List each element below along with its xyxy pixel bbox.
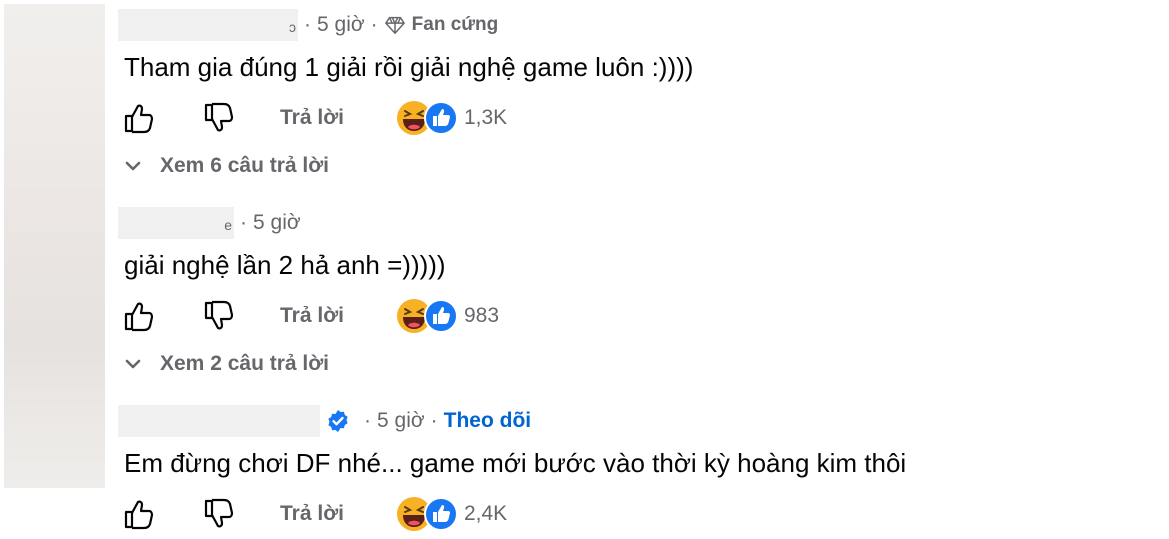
thumbs-up-outline-icon[interactable] — [122, 497, 156, 531]
comment-text: giải nghệ lần 2 hả anh =))))) — [124, 250, 446, 280]
comment-actions: Trả lời 2,4K — [122, 494, 507, 534]
blurred-avatar-column — [4, 4, 105, 488]
comment-text: Em đừng chơi DF nhé... game mới bước vào… — [124, 448, 907, 478]
like-reaction-icon — [423, 299, 458, 333]
chevron-down-icon — [125, 161, 141, 171]
separator-dot: · — [240, 211, 247, 234]
redacted-author-name[interactable]: ɔ — [118, 9, 298, 41]
thumbs-down-outline-icon[interactable] — [202, 101, 236, 135]
comment-meta: ɔ · 5 giờ · Fan cứng — [118, 8, 498, 42]
comment-time[interactable]: 5 giờ — [317, 13, 365, 37]
separator-dot: · — [370, 13, 378, 36]
redacted-author-name[interactable] — [118, 405, 320, 437]
comment-1: ɔ · 5 giờ · Fan cứng Tham gia đúng 1 giả… — [118, 8, 1158, 188]
separator-dot: · — [430, 409, 438, 432]
comment-meta: · 5 giờ · Theo dõi — [118, 404, 531, 438]
comment-time[interactable]: 5 giờ — [253, 211, 301, 235]
separator-dot: · — [364, 409, 371, 432]
thumbs-down-outline-icon[interactable] — [202, 497, 236, 531]
reaction-count[interactable]: 1,3K — [464, 106, 507, 130]
comment-actions: Trả lời 1,3K — [122, 98, 507, 138]
view-replies-button[interactable]: Xem 2 câu trả lời — [124, 352, 329, 376]
follow-button[interactable]: Theo dõi — [444, 409, 532, 433]
like-reaction-icon — [423, 101, 458, 135]
view-replies-label: Xem 6 câu trả lời — [160, 154, 330, 177]
reply-button[interactable]: Trả lời — [280, 106, 344, 130]
thumbs-down-outline-icon[interactable] — [202, 299, 236, 333]
comment-actions: Trả lời 983 — [122, 296, 499, 336]
diamond-icon — [384, 16, 405, 34]
reaction-count[interactable]: 983 — [464, 304, 499, 328]
reaction-icons[interactable] — [396, 298, 460, 334]
reaction-count[interactable]: 2,4K — [464, 502, 507, 526]
reaction-icons[interactable] — [396, 100, 460, 136]
reply-button[interactable]: Trả lời — [280, 502, 344, 526]
like-reaction-icon — [423, 497, 458, 531]
reaction-icons[interactable] — [396, 496, 460, 532]
comment-text: Tham gia đúng 1 giải rồi giải nghệ game … — [124, 52, 694, 82]
redacted-author-name[interactable]: e — [118, 207, 234, 239]
view-replies-label: Xem 2 câu trả lời — [160, 352, 330, 375]
comment-meta: e · 5 giờ — [118, 206, 301, 240]
thumbs-up-outline-icon[interactable] — [122, 299, 156, 333]
comment-2: e · 5 giờ giải nghệ lần 2 hả anh =))))) … — [118, 206, 1158, 386]
comment-3: · 5 giờ · Theo dõi Em đừng chơi DF nhé..… — [118, 404, 1158, 534]
reply-button[interactable]: Trả lời — [280, 304, 344, 328]
fan-badge-label: Fan cứng — [411, 14, 499, 35]
thumbs-up-outline-icon[interactable] — [122, 101, 156, 135]
comment-time[interactable]: 5 giờ — [377, 409, 425, 433]
view-replies-button[interactable]: Xem 6 câu trả lời — [124, 154, 329, 178]
verified-badge-icon — [328, 410, 348, 432]
chevron-down-icon — [125, 359, 141, 369]
separator-dot: · — [304, 13, 311, 36]
